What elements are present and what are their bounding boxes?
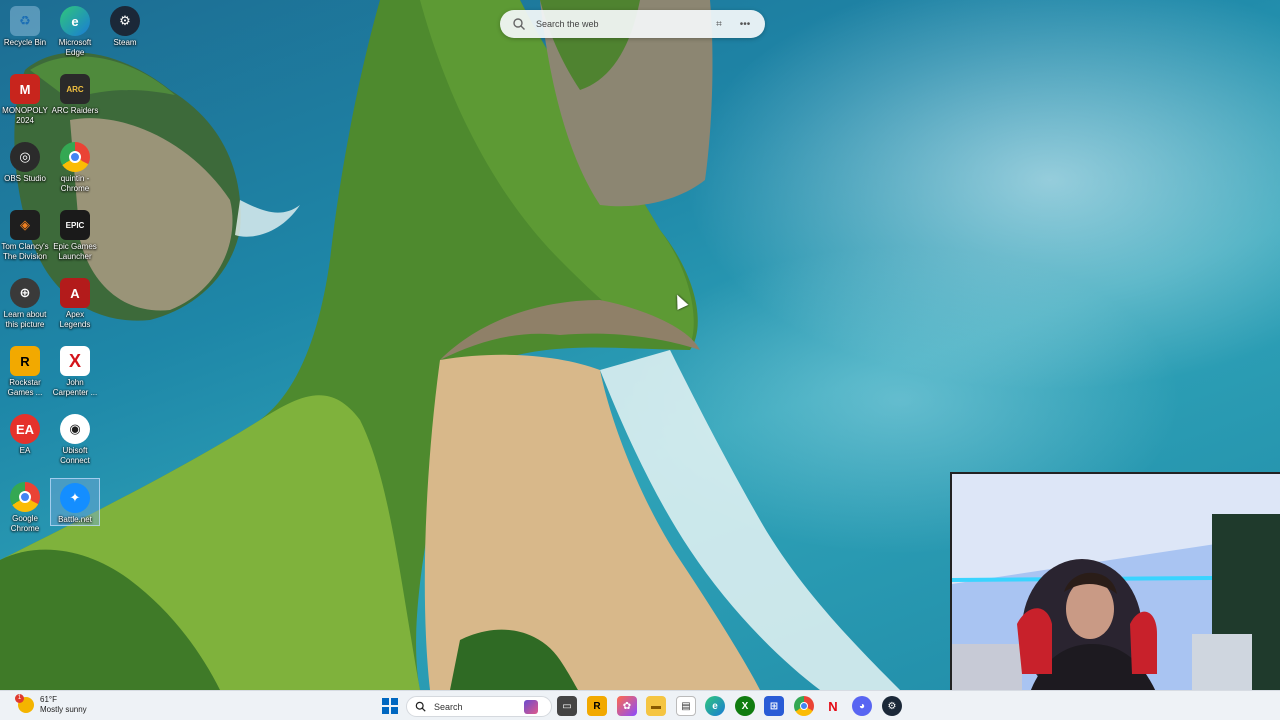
desktop-icon-ubisoft[interactable]: ◉ Ubisoft Connect — [50, 410, 100, 466]
desktop-icon-division[interactable]: ◈ Tom Clancy's The Division — [0, 206, 50, 262]
apex-icon: A — [60, 278, 90, 308]
desktop-icon-epic-games[interactable]: EPIC Epic Games Launcher — [50, 206, 100, 262]
taskbar-notepad[interactable]: ▤ — [676, 696, 696, 716]
visual-search-icon[interactable]: ⌗ — [711, 16, 727, 32]
search-icon — [415, 701, 426, 712]
desktop-icon-steam[interactable]: ⚙ Steam — [100, 2, 150, 48]
john-carpenter-icon: X — [60, 346, 90, 376]
weather-widget[interactable]: 1 61°F Mostly sunny — [15, 694, 87, 715]
web-search-input[interactable] — [536, 19, 701, 29]
desktop-icon-ea[interactable]: EA EA — [0, 410, 50, 456]
taskbar-photos[interactable]: ✿ — [617, 696, 637, 716]
search-icon — [513, 18, 525, 30]
taskbar-file-explorer[interactable]: ▬ — [646, 696, 666, 716]
taskbar: 1 61°F Mostly sunny ▭ R ✿ ▬ ▤ e X ⊞ N ◕ … — [0, 690, 1280, 720]
windows-icon — [382, 698, 398, 714]
recycle-bin-icon: ♻ — [10, 6, 40, 36]
taskbar-search[interactable] — [406, 696, 552, 717]
learn-picture-icon: ⊕ — [10, 278, 40, 308]
desktop-icon-rockstar[interactable]: R Rockstar Games ... — [0, 342, 50, 398]
rockstar-icon: R — [10, 346, 40, 376]
taskbar-netflix[interactable]: N — [823, 696, 843, 716]
desktop-icon-recycle-bin[interactable]: ♻ Recycle Bin — [0, 2, 50, 48]
division-icon: ◈ — [10, 210, 40, 240]
webcam-overlay — [950, 472, 1280, 720]
ubisoft-icon: ◉ — [60, 414, 90, 444]
desktop-icon-learn-picture[interactable]: ⊕ Learn about this picture — [0, 274, 50, 330]
desktop-icon-battlenet[interactable]: ✦ Battle.net — [50, 478, 100, 526]
taskbar-search-input[interactable] — [434, 701, 524, 712]
desktop-icon-edge[interactable]: e Microsoft Edge — [50, 2, 100, 58]
desktop-icon-obs[interactable]: ◎ OBS Studio — [0, 138, 50, 184]
desktop-icon-arc-raiders[interactable]: ARC ARC Raiders — [50, 70, 100, 116]
taskbar-xbox[interactable]: X — [735, 696, 755, 716]
desktop-icon-apex[interactable]: A Apex Legends — [50, 274, 100, 330]
desktop-icon-john-carpenter[interactable]: X John Carpenter ... — [50, 342, 100, 398]
sun-icon: 1 — [15, 694, 34, 713]
steam-icon: ⚙ — [110, 6, 140, 36]
taskbar-store[interactable]: ⊞ — [764, 696, 784, 716]
taskbar-task-view[interactable]: ▭ — [557, 696, 577, 716]
weather-temp: 61°F — [40, 695, 57, 704]
search-highlight-icon — [524, 699, 538, 714]
arc-raiders-icon: ARC — [60, 74, 90, 104]
weather-desc: Mostly sunny — [40, 705, 87, 714]
chrome-icon — [10, 482, 40, 512]
chrome-profile-icon — [60, 142, 90, 172]
desktop-icon-chrome[interactable]: Google Chrome — [0, 478, 50, 534]
taskbar-discord[interactable]: ◕ — [852, 696, 872, 716]
obs-icon: ◎ — [10, 142, 40, 172]
more-options-icon[interactable]: ••• — [737, 16, 753, 32]
weather-alert-badge: 1 — [15, 694, 24, 703]
battlenet-icon: ✦ — [60, 483, 90, 513]
taskbar-edge[interactable]: e — [705, 696, 725, 716]
desktop-icon-chrome-profile[interactable]: quintin - Chrome — [50, 138, 100, 194]
ea-icon: EA — [10, 414, 40, 444]
monopoly-icon: M — [10, 74, 40, 104]
taskbar-rockstar[interactable]: R — [587, 696, 607, 716]
taskbar-chrome[interactable] — [794, 696, 814, 716]
taskbar-steam[interactable]: ⚙ — [882, 696, 902, 716]
edge-icon: e — [60, 6, 90, 36]
epic-games-icon: EPIC — [60, 210, 90, 240]
web-search-bar[interactable]: ⌗ ••• — [500, 10, 765, 38]
start-button[interactable] — [380, 696, 400, 716]
desktop-icon-monopoly[interactable]: M MONOPOLY 2024 — [0, 70, 50, 126]
